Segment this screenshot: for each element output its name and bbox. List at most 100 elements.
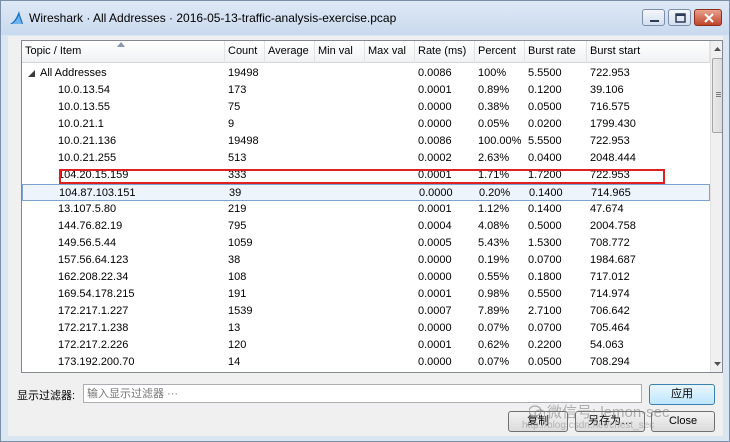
grip-line — [716, 94, 721, 95]
row-percent: 0.89% — [478, 84, 510, 96]
table-row[interactable]: 10.0.21.255 513 0.0002 2.63% 0.0400 2048.444 — [22, 150, 710, 167]
column-header-burst-start[interactable]: Burst start — [587, 41, 710, 63]
tree-expanded-icon[interactable] — [28, 70, 35, 77]
table-row[interactable]: 10.0.21.136 19498 0.0086 100.00% 5.5500 722.9… — [22, 133, 710, 150]
row-topic: 104.87.103.151 — [59, 187, 136, 199]
table-row[interactable]: 162.208.22.34 108 0.0000 0.55% 0.1800 717.012 — [22, 269, 710, 286]
row-rate: 0.0000 — [418, 271, 452, 283]
row-topic: 172.217.1.238 — [58, 322, 129, 334]
table-row[interactable]: 169.54.178.215 191 0.0001 0.98% 0.5500 714.97… — [22, 286, 710, 303]
maximize-button[interactable] — [668, 9, 691, 26]
row-burst-rate: 0.1800 — [528, 271, 562, 283]
row-burst-start: 714.965 — [591, 187, 631, 199]
row-topic: 10.0.21.255 — [58, 152, 117, 164]
title-bar[interactable]: Wireshark · All Addresses · 2016-05-13-t… — [1, 1, 729, 35]
table-row[interactable]: 173.194.207.95 26 0.0000 0.13% 0.1200 1984.70… — [22, 371, 710, 372]
row-percent: 100.00% — [478, 135, 522, 147]
table-row[interactable]: 149.56.5.44 1059 0.0005 5.43% 1.5300 708.772 — [22, 235, 710, 252]
column-header-min-val[interactable]: Min val — [315, 41, 365, 63]
row-percent: 0.20% — [479, 187, 511, 199]
root-topic: All Addresses — [40, 67, 107, 79]
arrow-down-icon — [714, 362, 721, 366]
row-percent: 0.05% — [478, 118, 510, 130]
row-rate: 0.0004 — [418, 220, 452, 232]
table-row[interactable]: 173.192.200.70 14 0.0000 0.07% 0.0500 708.294 — [22, 354, 710, 371]
column-header-burst-rate[interactable]: Burst rate — [525, 41, 587, 63]
wireshark-fin-icon — [10, 11, 23, 24]
table-row[interactable]: 172.217.1.238 13 0.0000 0.07% 0.0700 705.464 — [22, 320, 710, 337]
row-burst-start: 47.674 — [590, 203, 624, 215]
table-row[interactable]: 10.0.21.1 9 0.0000 0.05% 0.0200 1799.430 — [22, 116, 710, 133]
window-title: Wireshark · All Addresses · 2016-05-13-t… — [29, 11, 397, 25]
row-count: 191 — [228, 288, 247, 300]
row-topic: 172.217.1.227 — [58, 305, 129, 317]
close-icon — [704, 13, 714, 23]
row-rate: 0.0001 — [418, 203, 452, 215]
close-window-button[interactable] — [694, 9, 722, 26]
row-percent: 5.43% — [478, 237, 510, 249]
row-percent: 0.98% — [478, 288, 510, 300]
row-topic: 173.194.207.95 — [58, 371, 134, 372]
row-burst-start: 1984.705 — [590, 371, 636, 372]
row-count: 26 — [228, 371, 240, 372]
statistics-table: Topic / Item Count Average Min val Max v… — [21, 40, 723, 373]
scroll-thumb[interactable] — [712, 58, 722, 133]
row-rate: 0.0001 — [418, 84, 452, 96]
table-row[interactable]: 157.56.64.123 38 0.0000 0.19% 0.0700 1984.687 — [22, 252, 710, 269]
watermark-url: http://blog.csdn.net/chest_sec — [522, 420, 655, 431]
row-burst-start: 706.642 — [590, 305, 630, 317]
root-rate: 0.0086 — [418, 67, 452, 79]
row-percent: 4.08% — [478, 220, 510, 232]
row-topic: 157.56.64.123 — [58, 254, 129, 266]
row-rate: 0.0005 — [418, 237, 452, 249]
table-row[interactable]: 13.107.5.80 219 0.0001 1.12% 0.1400 47.674 — [22, 201, 710, 218]
row-rate: 0.0000 — [418, 322, 452, 334]
row-burst-rate: 0.1200 — [528, 371, 562, 372]
root-burst-rate: 5.5500 — [528, 67, 562, 79]
row-burst-rate: 2.7100 — [528, 305, 562, 317]
column-header-rate[interactable]: Rate (ms) — [415, 41, 475, 63]
row-burst-rate: 1.5300 — [528, 237, 562, 249]
row-burst-start: 54.063 — [590, 339, 624, 351]
row-burst-rate: 0.5000 — [528, 220, 562, 232]
row-burst-start: 2048.444 — [590, 152, 636, 164]
table-row[interactable]: 104.87.103.151 39 0.0000 0.20% 0.1400 714.965 — [22, 184, 710, 201]
column-header-average[interactable]: Average — [265, 41, 315, 63]
wechat-icon — [529, 405, 545, 419]
row-burst-rate: 5.5500 — [528, 135, 562, 147]
table-row[interactable]: 10.0.13.55 75 0.0000 0.38% 0.0500 716.575 — [22, 99, 710, 116]
vertical-scrollbar[interactable] — [710, 41, 722, 372]
column-header-percent[interactable]: Percent — [475, 41, 525, 63]
table-row[interactable]: 172.217.2.226 120 0.0001 0.62% 0.2200 54.063 — [22, 337, 710, 354]
row-count: 513 — [228, 152, 247, 164]
row-rate: 0.0000 — [418, 101, 452, 113]
scroll-down-button[interactable] — [711, 356, 722, 372]
column-header-topic[interactable]: Topic / Item — [22, 41, 225, 63]
row-percent: 0.07% — [478, 322, 510, 334]
table-row[interactable]: 144.76.82.19 795 0.0004 4.08% 0.5000 2004.758 — [22, 218, 710, 235]
maximize-icon — [675, 13, 686, 23]
row-topic: 10.0.13.54 — [58, 84, 110, 96]
row-count: 120 — [228, 339, 247, 351]
column-header-count[interactable]: Count — [225, 41, 265, 63]
table-row[interactable]: 10.0.13.54 173 0.0001 0.89% 0.1200 39.106 — [22, 82, 710, 99]
row-percent: 0.38% — [478, 101, 510, 113]
row-burst-start: 717.012 — [590, 271, 630, 283]
table-row[interactable]: 172.217.1.227 1539 0.0007 7.89% 2.7100 706.64… — [22, 303, 710, 320]
column-header-max-val[interactable]: Max val — [365, 41, 415, 63]
row-burst-start: 39.106 — [590, 84, 624, 96]
row-topic: 10.0.13.55 — [58, 101, 110, 113]
grip-line — [716, 92, 721, 93]
row-topic: 169.54.178.215 — [58, 288, 135, 300]
row-burst-rate: 0.1200 — [528, 84, 562, 96]
row-rate: 0.0000 — [418, 254, 452, 266]
row-topic: 144.76.82.19 — [58, 220, 123, 232]
row-rate: 0.0000 — [419, 187, 453, 199]
minimize-button[interactable] — [642, 9, 665, 26]
tree-root-row[interactable]: All Addresses 19498 0.0086 100% 5.5500 7… — [22, 65, 710, 82]
arrow-up-icon — [714, 47, 721, 51]
row-burst-rate: 0.0700 — [528, 322, 562, 334]
scroll-up-button[interactable] — [711, 41, 722, 57]
table-body: All Addresses 19498 0.0086 100% 5.5500 7… — [22, 63, 710, 372]
row-burst-rate: 0.5500 — [528, 288, 562, 300]
